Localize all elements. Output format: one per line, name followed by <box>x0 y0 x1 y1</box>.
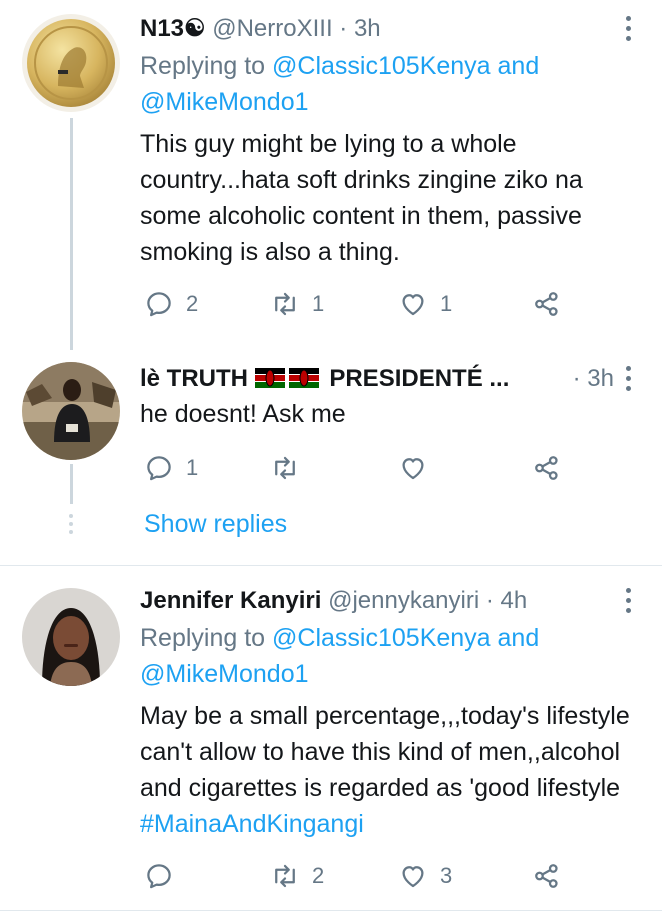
reply-button[interactable]: 1 <box>144 448 198 488</box>
mention-link[interactable]: @MikeMondo1 <box>140 660 309 688</box>
timestamp[interactable]: 3h <box>354 15 381 42</box>
separator-dot: · <box>485 587 494 614</box>
replying-to: Replying to @Classic105Kenya and @MikeMo… <box>140 48 610 120</box>
tweet-body: May be a small percentage,,,today's life… <box>140 702 630 802</box>
kenya-flag-icon <box>288 368 319 388</box>
tweet-header: lè TRUTH PRESIDENTÉ ... <box>140 364 562 394</box>
tweet-jennykanyiri[interactable]: Jennifer Kanyiri @jennykanyiri · 4h Repl… <box>0 566 662 913</box>
retweet-button[interactable] <box>270 448 312 488</box>
tweet-actions: 1 <box>140 448 580 488</box>
more-icon[interactable] <box>626 366 632 396</box>
reply-icon <box>147 292 171 317</box>
tweet-header: N13☯ @NerroXIII · 3h <box>140 14 612 44</box>
retweet-count: 1 <box>312 291 325 316</box>
timestamp[interactable]: 3h <box>587 365 614 392</box>
tweet-nerroxiii[interactable]: N13☯ @NerroXIII · 3h Replying to @Classi… <box>0 0 662 350</box>
reply-count: 1 <box>186 455 199 480</box>
share-button[interactable] <box>532 856 562 896</box>
replying-prefix: Replying to <box>140 52 273 80</box>
like-icon <box>402 294 424 316</box>
like-button[interactable]: 1 <box>398 284 452 324</box>
show-replies-link[interactable]: Show replies <box>144 508 287 540</box>
mention-link[interactable]: @MikeMondo1 <box>140 88 309 116</box>
like-count: 3 <box>440 863 453 888</box>
retweet-icon <box>275 864 295 888</box>
thread-line <box>70 464 73 504</box>
divider <box>0 910 662 911</box>
display-name[interactable]: Jennifer Kanyiri <box>140 587 321 614</box>
retweet-icon <box>275 292 295 316</box>
replying-and[interactable]: and <box>491 52 540 80</box>
like-button[interactable] <box>398 448 440 488</box>
mention-link[interactable]: @Classic105Kenya <box>272 624 491 652</box>
replying-to: Replying to @Classic105Kenya and @MikeMo… <box>140 620 610 692</box>
reply-icon <box>147 864 171 889</box>
display-name-part2: PRESIDENTÉ ... <box>329 365 510 392</box>
thread-ellipsis <box>69 514 73 538</box>
reply-icon <box>147 456 171 481</box>
avatar[interactable] <box>22 14 120 112</box>
like-icon <box>402 866 424 888</box>
tweet-text: May be a small percentage,,,today's life… <box>140 698 640 842</box>
share-icon <box>535 864 558 888</box>
tweet-text: This guy might be lying to a whole count… <box>140 130 583 266</box>
replying-prefix: Replying to <box>140 624 273 652</box>
like-button[interactable]: 3 <box>398 856 452 896</box>
avatar[interactable] <box>22 588 120 686</box>
reply-button[interactable] <box>144 856 186 896</box>
tweet-actions: 2 1 1 <box>140 284 580 324</box>
kenya-flag-icon <box>254 368 285 388</box>
replying-and[interactable]: and <box>491 624 540 652</box>
handle[interactable]: @NerroXIII <box>212 15 332 42</box>
timestamp[interactable]: 4h <box>501 587 528 614</box>
display-name[interactable]: lè TRUTH PRESIDENTÉ ... <box>140 365 509 392</box>
tweet-text: he doesnt! Ask me <box>140 400 346 428</box>
share-icon <box>535 456 558 480</box>
display-name[interactable]: N13☯ <box>140 15 206 42</box>
thread-line <box>70 118 73 350</box>
display-name-part1: lè TRUTH <box>140 365 248 392</box>
mention-link[interactable]: @Classic105Kenya <box>272 52 491 80</box>
share-icon <box>535 292 558 316</box>
retweet-count: 2 <box>312 863 325 888</box>
reply-count: 2 <box>186 291 199 316</box>
share-button[interactable] <box>532 284 562 324</box>
tweet-le-truth[interactable]: lè TRUTH PRESIDENTÉ ... · 3h he doesnt! … <box>0 350 662 565</box>
avatar[interactable] <box>22 362 120 460</box>
more-icon[interactable] <box>626 588 632 618</box>
tweet-header: Jennifer Kanyiri @jennykanyiri · 4h <box>140 586 612 616</box>
retweet-icon <box>275 456 295 480</box>
retweet-button[interactable]: 1 <box>270 284 324 324</box>
handle[interactable]: @jennykanyiri <box>328 587 479 614</box>
share-button[interactable] <box>532 448 562 488</box>
timestamp-group: · 3h <box>573 364 614 394</box>
like-icon <box>402 458 424 480</box>
separator-dot: · <box>572 365 581 392</box>
tweet-actions: 2 3 <box>140 856 580 896</box>
retweet-button[interactable]: 2 <box>270 856 324 896</box>
more-icon[interactable] <box>626 16 632 46</box>
separator-dot: · <box>339 15 348 42</box>
hashtag-link[interactable]: #MainaAndKingangi <box>140 810 364 838</box>
reply-button[interactable]: 2 <box>144 284 198 324</box>
like-count: 1 <box>440 291 453 316</box>
